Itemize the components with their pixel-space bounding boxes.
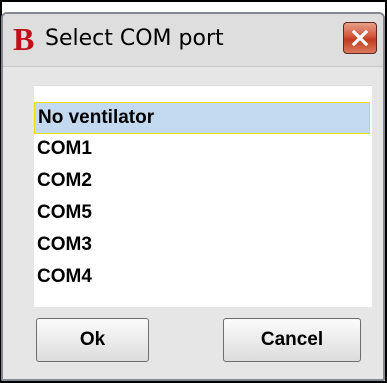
list-item-label: COM1 xyxy=(37,138,92,159)
list-item-no-ventilator[interactable]: No ventilator xyxy=(34,102,370,134)
list-item-label: COM2 xyxy=(37,170,92,191)
list-item-com5[interactable]: COM5 xyxy=(34,198,372,230)
list-item-com1[interactable]: COM1 xyxy=(34,134,372,166)
list-item-label: COM4 xyxy=(37,266,92,287)
list-item-com3[interactable]: COM3 xyxy=(34,230,372,262)
select-com-port-dialog: B Select COM port No ventilator COM1 COM… xyxy=(1,12,385,381)
list-item-label: COM3 xyxy=(37,234,92,255)
list-item-com4[interactable]: COM4 xyxy=(34,262,372,294)
window-title: Select COM port xyxy=(45,26,224,51)
list-item-label: COM5 xyxy=(37,202,92,223)
port-list[interactable]: No ventilator COM1 COM2 COM5 COM3 COM4 xyxy=(34,85,372,307)
close-button[interactable] xyxy=(343,22,377,54)
dialog-body: No ventilator COM1 COM2 COM5 COM3 COM4 O… xyxy=(3,67,383,379)
list-item-com2[interactable]: COM2 xyxy=(34,166,372,198)
ok-button[interactable]: Ok xyxy=(36,318,149,362)
title-bar[interactable]: B Select COM port xyxy=(3,14,383,67)
close-x-icon xyxy=(351,29,369,47)
app-logo-icon: B xyxy=(13,21,35,57)
cancel-button[interactable]: Cancel xyxy=(223,318,361,362)
list-item-label: No ventilator xyxy=(38,107,155,128)
